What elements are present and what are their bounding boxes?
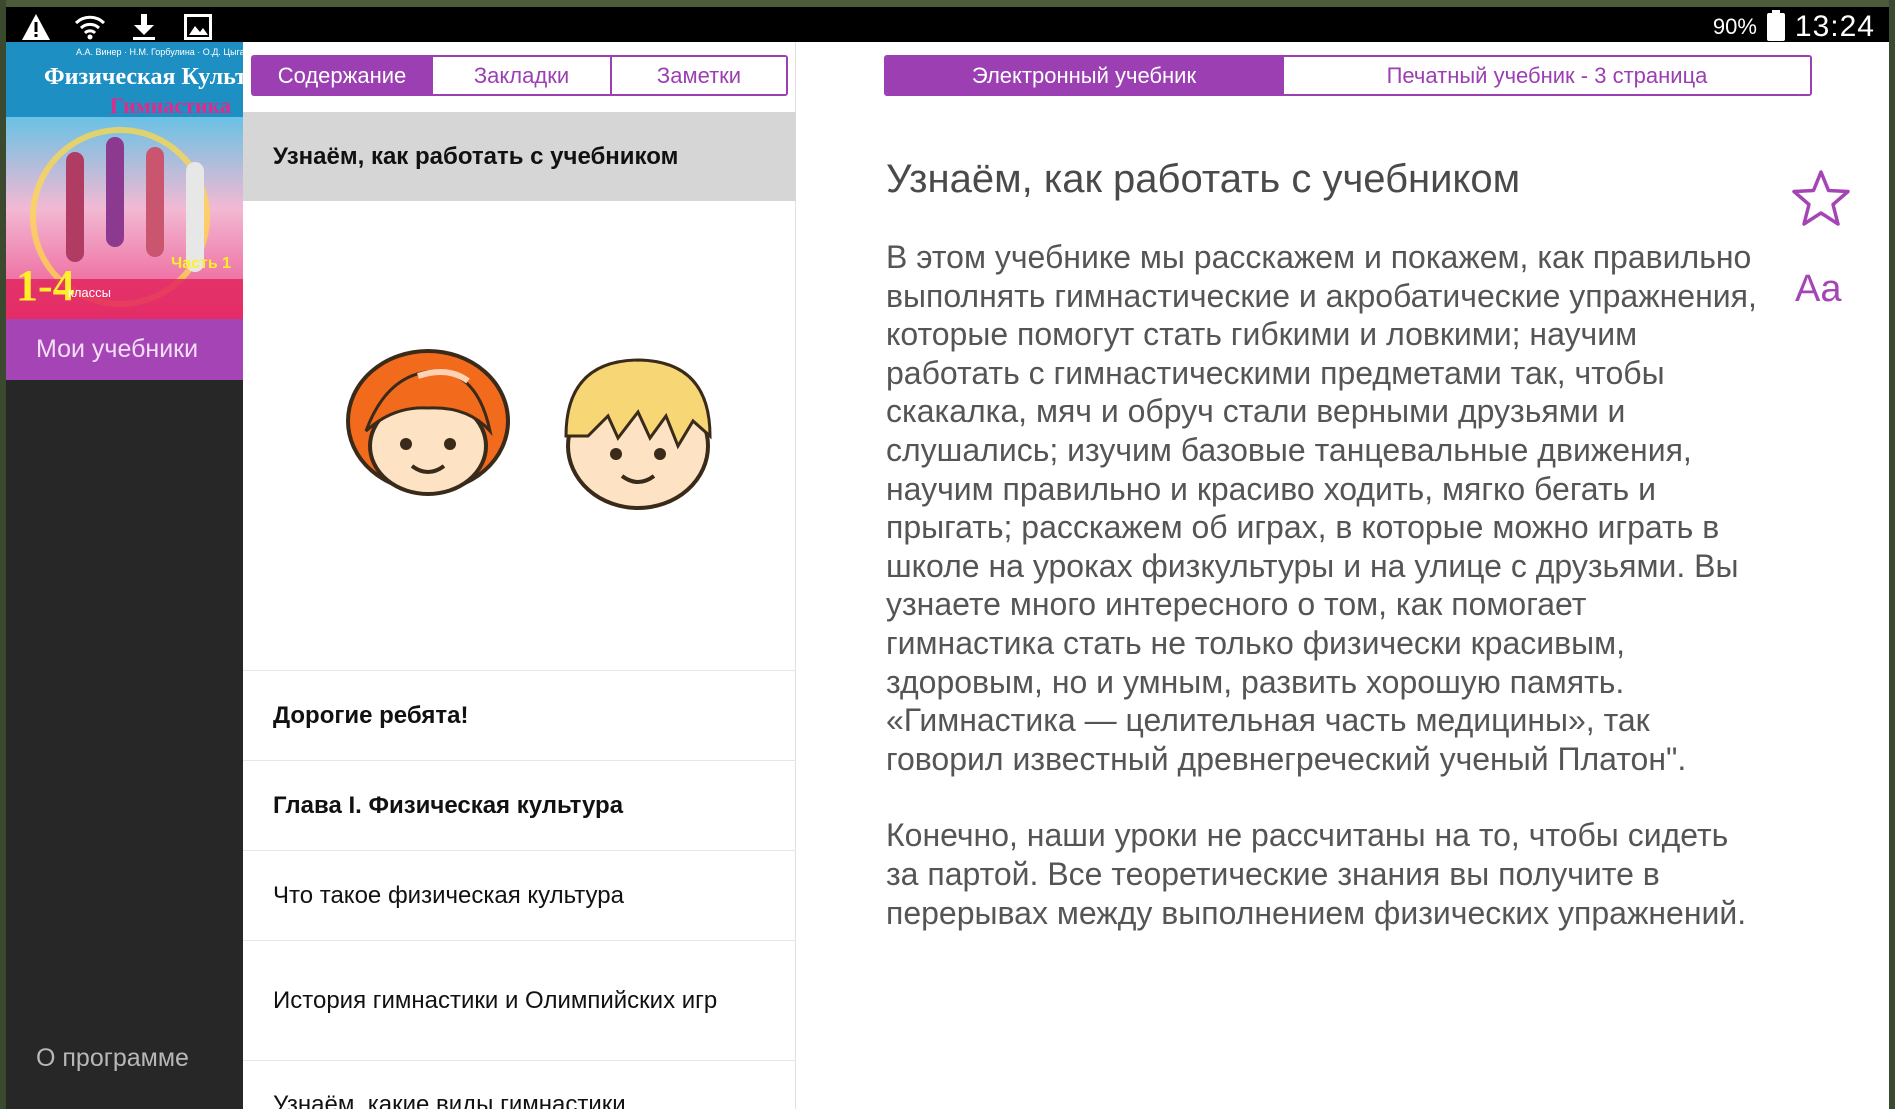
cover-part: Часть 1 <box>170 255 231 272</box>
toc-item[interactable]: Глава I. Физическая культура <box>243 761 796 851</box>
reader-tab-bar: Электронный учебник Печатный учебник - 3… <box>884 55 1812 96</box>
cover-authors: А.А. Винер · Н.М. Горбулина · О.Д. Цыган… <box>76 47 243 57</box>
toc-item-selected[interactable]: Узнаём, как работать с учебником <box>243 112 796 201</box>
system-status: 90% 13:24 <box>1713 10 1875 44</box>
star-icon <box>1792 170 1850 226</box>
cover-title: Физическая Культура <box>44 64 243 90</box>
font-size-button[interactable]: Aa <box>1795 268 1841 311</box>
battery-icon <box>1766 10 1785 41</box>
toc-item[interactable]: История гимнастики и Олимпийских игр <box>243 941 796 1061</box>
battery-percent: 90% <box>1712 14 1757 39</box>
tab-electronic-textbook[interactable]: Электронный учебник <box>886 57 1282 94</box>
toc-item[interactable]: Что такое физическая культура <box>243 851 796 941</box>
tab-contents[interactable]: Содержание <box>253 57 431 94</box>
clock: 13:24 <box>1794 10 1875 43</box>
wifi-icon <box>74 11 106 43</box>
download-icon <box>128 11 160 43</box>
book-cover[interactable]: А.А. Винер · Н.М. Горбулина · О.Д. Цыган… <box>6 42 243 319</box>
article-paragraph: Конечно, наши уроки не рассчитаны на то,… <box>886 817 1747 931</box>
cover-gymnast-figure <box>146 147 164 257</box>
toc-item[interactable]: Узнаём, какие виды гимнастики <box>243 1061 796 1109</box>
about-program-link[interactable]: О программе <box>36 1044 189 1073</box>
article-paragraph: В этом учебнике мы расскажем и покажем, … <box>886 239 1757 777</box>
toc-list: Дорогие ребята! Глава I. Физическая куль… <box>243 671 796 1109</box>
article-title: Узнаём, как работать с учебником <box>886 157 1521 201</box>
cover-grade: 1-4 <box>16 261 75 310</box>
notification-icons <box>20 11 214 43</box>
cover-subtitle: Гимнастика <box>109 93 231 118</box>
children-faces-icon <box>346 349 712 510</box>
tab-bookmarks[interactable]: Закладки <box>431 57 610 94</box>
bookmark-star-button[interactable] <box>1790 168 1852 230</box>
window-frame-top <box>0 0 1895 7</box>
reader-panel: Электронный учебник Печатный учебник - 3… <box>796 42 1889 1109</box>
toc-item[interactable]: Дорогие ребята! <box>243 671 796 761</box>
table-of-contents-panel: Содержание Закладки Заметки Узнаём, как … <box>243 42 796 1109</box>
window-frame-right <box>1889 0 1895 1109</box>
image-icon <box>182 11 214 43</box>
sidebar: А.А. Винер · Н.М. Горбулина · О.Д. Цыган… <box>6 42 243 1109</box>
cover-grade-label: классы <box>68 285 111 300</box>
illustration-children <box>243 201 796 671</box>
status-bar: 90% 13:24 <box>6 7 1889 47</box>
tab-notes[interactable]: Заметки <box>610 57 786 94</box>
warning-icon <box>20 11 52 43</box>
article-body: В этом учебнике мы расскажем и покажем, … <box>886 238 1761 932</box>
my-books-button[interactable]: Мои учебники <box>6 319 243 380</box>
cover-gymnast-figure <box>66 152 84 262</box>
cover-gymnast-figure <box>106 137 124 247</box>
tab-printed-textbook[interactable]: Печатный учебник - 3 страница <box>1282 57 1810 94</box>
toc-tab-bar: Содержание Закладки Заметки <box>251 55 788 96</box>
